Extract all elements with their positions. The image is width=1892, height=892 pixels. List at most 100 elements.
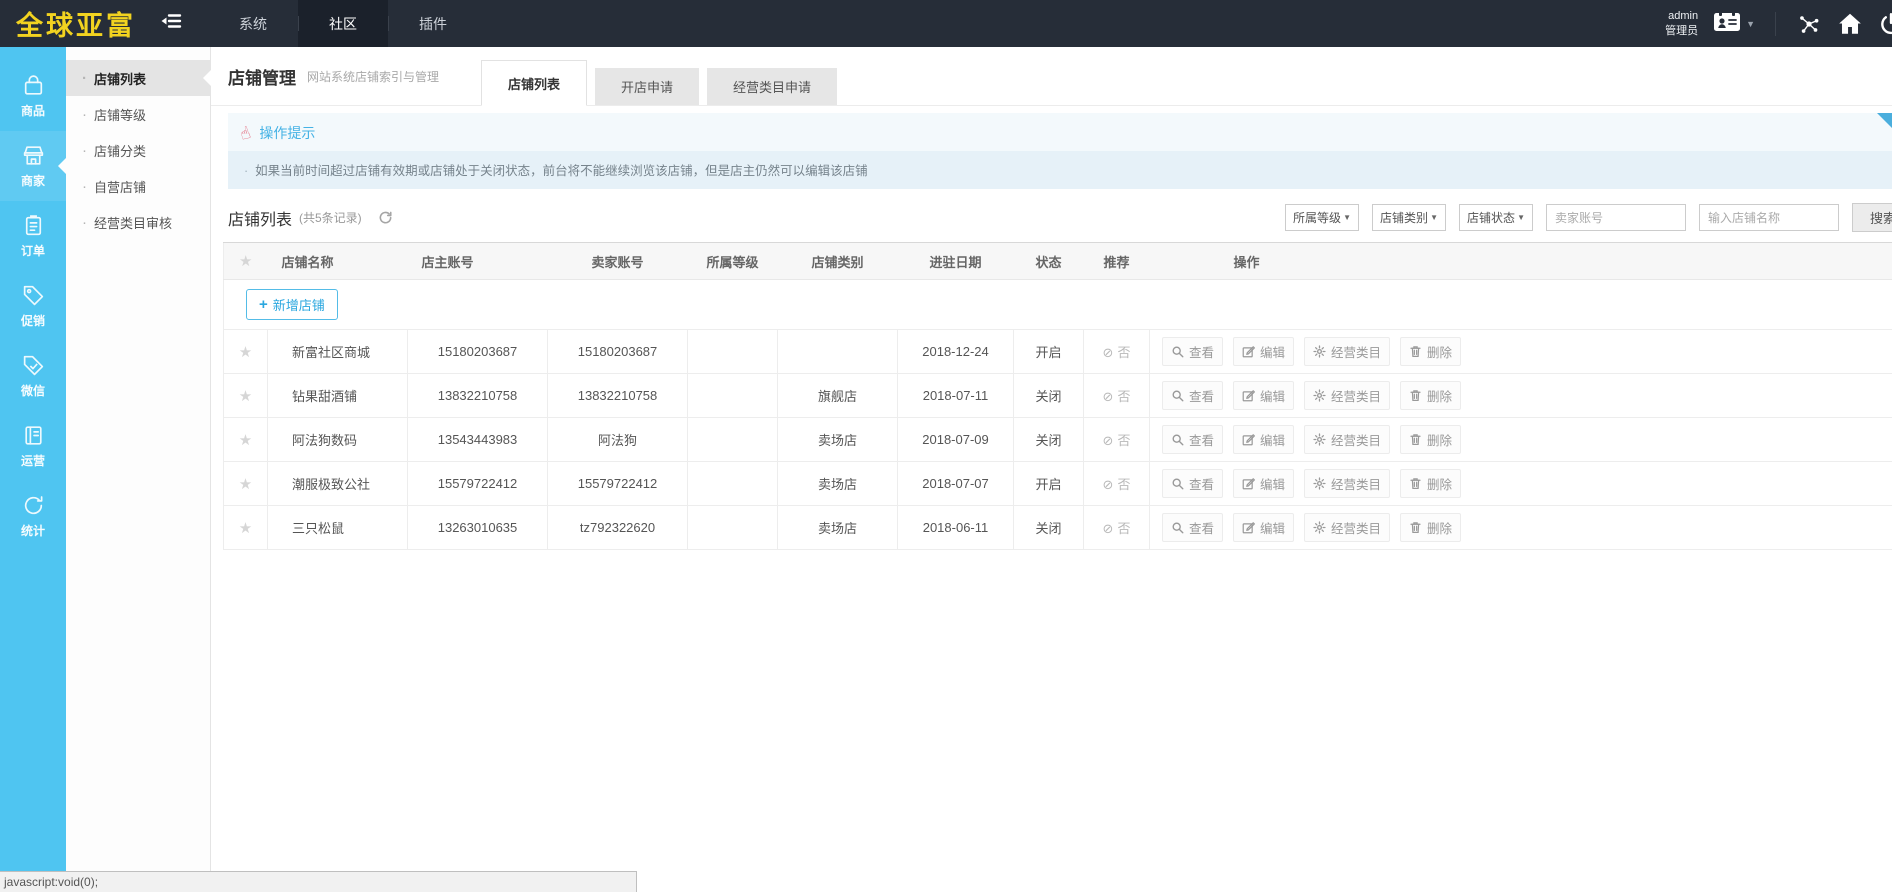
topnav-item-system[interactable]: 系统 [208, 0, 298, 47]
logout-power-button[interactable] [1878, 11, 1892, 37]
shopping-bag-icon [21, 73, 46, 98]
network-menu-button[interactable] [1796, 11, 1822, 37]
page-subtitle: 网站系统店铺索引与管理 [307, 68, 439, 85]
tab-business-category-application[interactable]: 经营类目申请 [707, 68, 837, 105]
table-row: ★ 三只松鼠 13263010635 tz792322620 卖场店 2018-… [224, 506, 1892, 550]
sidebar-item-statistics[interactable]: 统计 [0, 481, 66, 551]
favorite-star-icon[interactable]: ★ [239, 476, 252, 493]
refresh-button[interactable] [378, 210, 393, 225]
title-wrap: 店铺管理 网站系统店铺索引与管理 [228, 47, 439, 105]
cell-status: 开启 [1014, 462, 1084, 506]
edit-button[interactable]: 编辑 [1233, 469, 1294, 498]
cell-category: 卖场店 [778, 418, 898, 462]
edit-button[interactable]: 编辑 [1233, 513, 1294, 542]
seller-account-input[interactable] [1546, 204, 1686, 231]
view-button[interactable]: 查看 [1162, 381, 1223, 410]
submenu-item-shop-list[interactable]: ·店铺列表 [66, 60, 210, 96]
caret-down-icon: ▼ [1343, 213, 1351, 222]
sidebar-item-label: 订单 [21, 242, 45, 259]
hand-pointer-icon: ☝ [238, 123, 253, 142]
home-button[interactable] [1837, 11, 1863, 37]
bullet-icon: · [82, 107, 87, 122]
view-button[interactable]: 查看 [1162, 469, 1223, 498]
user-info[interactable]: admin 管理员 [1665, 9, 1698, 38]
edit-button[interactable]: 编辑 [1233, 425, 1294, 454]
favorite-star-icon[interactable]: ★ [239, 432, 252, 449]
topnav-item-community[interactable]: 社区 [298, 0, 388, 47]
logo: 全球亚富 [0, 0, 136, 47]
favorite-star-icon[interactable]: ★ [239, 388, 252, 405]
business-category-button[interactable]: 经营类目 [1304, 381, 1390, 410]
tabs: 店铺列表 开店申请 经营类目申请 [481, 60, 837, 105]
business-category-button[interactable]: 经营类目 [1304, 337, 1390, 366]
favorite-star-icon[interactable]: ★ [239, 520, 252, 537]
view-button[interactable]: 查看 [1162, 425, 1223, 454]
sidebar-item-merchants[interactable]: 商家 [0, 131, 66, 201]
category-filter-select[interactable]: 店铺类别▼ [1372, 204, 1446, 231]
page-head: 店铺管理 网站系统店铺索引与管理 店铺列表 开店申请 经营类目申请 [211, 47, 1892, 106]
delete-button[interactable]: 删除 [1400, 337, 1461, 366]
sidebar-item-operations[interactable]: 运营 [0, 411, 66, 481]
delete-button[interactable]: 删除 [1400, 469, 1461, 498]
cell-shop-name: 新富社区商城 [268, 330, 408, 374]
sidebar-item-wechat[interactable]: 微信 [0, 341, 66, 411]
view-button[interactable]: 查看 [1162, 337, 1223, 366]
ledger-book-icon [21, 423, 46, 448]
user-name: admin [1665, 9, 1698, 23]
favorite-star-icon[interactable]: ★ [239, 344, 252, 361]
tab-open-shop-application[interactable]: 开店申请 [595, 68, 699, 105]
col-owner-account: 店主账号 [408, 243, 548, 280]
business-category-button[interactable]: 经营类目 [1304, 425, 1390, 454]
sidebar-item-products[interactable]: 商品 [0, 61, 66, 131]
bullet-icon: · [82, 71, 87, 86]
business-category-button[interactable]: 经营类目 [1304, 469, 1390, 498]
sidebar-iconbar: 商品 商家 订单 促销 微信 运营 [0, 47, 66, 892]
cell-owner-account: 15579722412 [408, 462, 548, 506]
delete-button[interactable]: 删除 [1400, 513, 1461, 542]
delete-button[interactable]: 删除 [1400, 425, 1461, 454]
circle-slash-icon: ⊘ [1103, 389, 1114, 404]
sidebar-item-label: 统计 [21, 522, 45, 539]
edit-button[interactable]: 编辑 [1233, 381, 1294, 410]
sidebar-item-label: 商家 [21, 172, 45, 189]
sidebar-item-promotions[interactable]: 促销 [0, 271, 66, 341]
tab-shop-list[interactable]: 店铺列表 [481, 60, 587, 106]
tab-label: 店铺列表 [508, 74, 560, 93]
caret-down-icon: ▼ [1517, 213, 1525, 222]
list-head: 店铺列表 (共5条记录) 所属等级▼ 店铺类别▼ 店铺状态▼ 搜索 [211, 189, 1892, 242]
cell-status: 关闭 [1014, 506, 1084, 550]
profile-menu-button[interactable]: ▼ [1713, 10, 1755, 37]
collapse-sidebar-button[interactable] [148, 0, 194, 47]
table-row: ★ 钻果甜酒铺 13832210758 13832210758 旗舰店 2018… [224, 374, 1892, 418]
sidebar-item-orders[interactable]: 订单 [0, 201, 66, 271]
status-filter-select[interactable]: 店铺状态▼ [1459, 204, 1533, 231]
business-category-button[interactable]: 经营类目 [1304, 513, 1390, 542]
cell-seller-account: 15180203687 [548, 330, 688, 374]
submenu-item-business-category-audit[interactable]: ·经营类目审核 [66, 204, 210, 240]
recommend-flag: ⊘否 [1103, 433, 1131, 448]
shop-name-input[interactable] [1699, 204, 1839, 231]
recommend-flag: ⊘否 [1103, 521, 1131, 536]
col-level: 所属等级 [688, 243, 778, 280]
level-filter-select[interactable]: 所属等级▼ [1285, 204, 1359, 231]
edit-button[interactable]: 编辑 [1233, 337, 1294, 366]
shop-table: ★ 店铺名称 店主账号 卖家账号 所属等级 店铺类别 进驻日期 状态 推荐 操作 [223, 242, 1892, 550]
view-button[interactable]: 查看 [1162, 513, 1223, 542]
storefront-icon [21, 143, 46, 168]
topnav-label: 插件 [419, 14, 447, 34]
wechat-tag-icon [21, 353, 46, 378]
submenu-item-self-operated[interactable]: ·自营店铺 [66, 168, 210, 204]
cell-category: 卖场店 [778, 506, 898, 550]
delete-button[interactable]: 删除 [1400, 381, 1461, 410]
submenu-item-shop-category[interactable]: ·店铺分类 [66, 132, 210, 168]
recommend-flag: ⊘否 [1103, 477, 1131, 492]
col-category: 店铺类别 [778, 243, 898, 280]
topnav-item-plugins[interactable]: 插件 [388, 0, 478, 47]
cell-seller-account: 阿法狗 [548, 418, 688, 462]
col-seller-account: 卖家账号 [548, 243, 688, 280]
search-button[interactable]: 搜索 [1852, 203, 1892, 232]
submenu-item-shop-grade[interactable]: ·店铺等级 [66, 96, 210, 132]
add-shop-button[interactable]: +新增店铺 [246, 289, 338, 320]
circle-slash-icon: ⊘ [1103, 477, 1114, 492]
circle-slash-icon: ⊘ [1103, 433, 1114, 448]
